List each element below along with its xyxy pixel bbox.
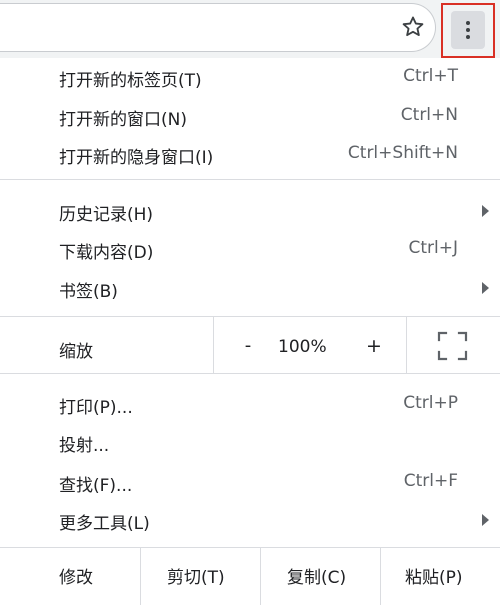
submenu-arrow-icon [482,514,489,526]
menu-item-new-window[interactable]: 打开新的窗口(N) Ctrl+N [0,97,500,135]
menu-item-bookmarks[interactable]: 书签(B) [0,269,500,307]
menu-item-label: 查找(F)... [59,476,133,496]
menu-item-find[interactable]: 查找(F)... Ctrl+F [0,463,500,501]
menu-item-label: 历史记录(H) [59,205,154,225]
menu-item-history[interactable]: 历史记录(H) [0,192,500,230]
menu-item-new-tab[interactable]: 打开新的标签页(T) Ctrl+T [0,58,500,96]
copy-button-label: 复制(C) [287,568,347,588]
menu-divider [0,373,500,374]
menu-item-label: 下载内容(D) [59,243,154,263]
menu-item-shortcut: Ctrl+P [403,393,458,413]
fullscreen-icon[interactable] [437,331,468,361]
menu-divider [0,547,500,548]
menu-item-shortcut: Ctrl+J [408,238,458,258]
copy-button[interactable]: 复制(C) [261,555,380,593]
paste-button[interactable]: 粘贴(P) [381,555,500,593]
menu-item-shortcut: Ctrl+Shift+N [347,143,458,163]
menu-item-label: 打开新的窗口(N) [59,110,187,130]
submenu-arrow-icon [482,205,489,217]
zoom-label: 缩放 [59,342,93,362]
zoom-in-button[interactable]: + [362,329,386,363]
menu-item-shortcut: Ctrl+N [400,105,458,125]
cut-button[interactable]: 剪切(T) [141,555,260,593]
menu-item-label: 打开新的标签页(T) [59,71,202,91]
kebab-menu-icon [451,11,485,49]
menu-item-label: 投射... [59,436,110,456]
menu-item-new-incognito-window[interactable]: 打开新的隐身窗口(I) Ctrl+Shift+N [0,135,500,173]
zoom-level: 100% [278,337,327,357]
edit-label: 修改 [0,555,140,593]
menu-item-more-tools[interactable]: 更多工具(L) [0,501,500,539]
zoom-divider [213,317,214,373]
menu-item-shortcut: Ctrl+F [403,471,458,491]
menu-item-shortcut: Ctrl+T [403,66,458,86]
kebab-menu-button[interactable] [441,3,495,58]
menu-item-label: 打印(P)... [59,398,133,418]
menu-divider [0,316,500,317]
menu-item-print[interactable]: 打印(P)... Ctrl+P [0,385,500,423]
zoom-out-button[interactable]: - [236,329,260,363]
edit-label-text: 修改 [59,568,93,588]
browser-toolbar [0,0,500,58]
star-outline-icon[interactable] [400,14,426,40]
cut-button-label: 剪切(T) [167,568,225,588]
menu-item-label: 更多工具(L) [59,514,150,534]
chrome-main-menu: 打开新的标签页(T) Ctrl+T 打开新的窗口(N) Ctrl+N 打开新的隐… [0,58,500,605]
paste-button-label: 粘贴(P) [405,568,463,588]
menu-item-cast[interactable]: 投射... [0,423,500,461]
zoom-divider [406,317,407,373]
menu-item-label: 书签(B) [59,282,118,302]
submenu-arrow-icon [482,282,489,294]
menu-divider [0,179,500,180]
menu-item-label: 打开新的隐身窗口(I) [59,148,214,168]
address-bar[interactable] [0,3,436,52]
menu-item-downloads[interactable]: 下载内容(D) Ctrl+J [0,230,500,268]
